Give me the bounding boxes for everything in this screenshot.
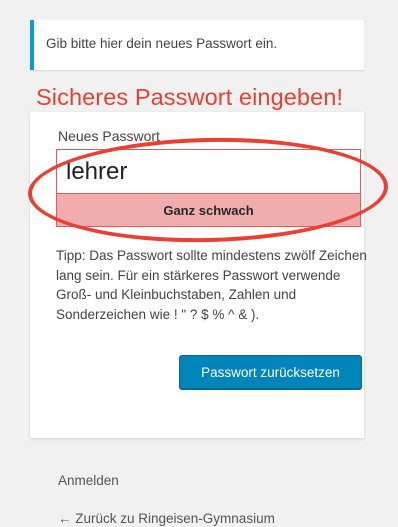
password-hint: Tipp: Das Passwort sollte mindestens zwö… <box>56 248 367 322</box>
new-password-input[interactable] <box>56 149 361 194</box>
back-to-site-link[interactable]: ← Zurück zu Ringeisen-Gymnasium <box>58 511 275 526</box>
info-message: Gib bitte hier dein neues Passwort ein. <box>30 20 364 70</box>
info-message-text: Gib bitte hier dein neues Passwort ein. <box>46 36 278 51</box>
password-strength-meter: Ganz schwach <box>56 194 361 227</box>
lost-password-page: Gib bitte hier dein neues Passwort ein. … <box>0 0 398 527</box>
reset-password-button[interactable]: Passwort zurücksetzen <box>179 355 362 389</box>
login-link[interactable]: Anmelden <box>58 473 119 488</box>
new-password-label: Neues Passwort <box>58 128 160 144</box>
annotation-title: Sicheres Passwort eingeben! <box>36 84 344 110</box>
